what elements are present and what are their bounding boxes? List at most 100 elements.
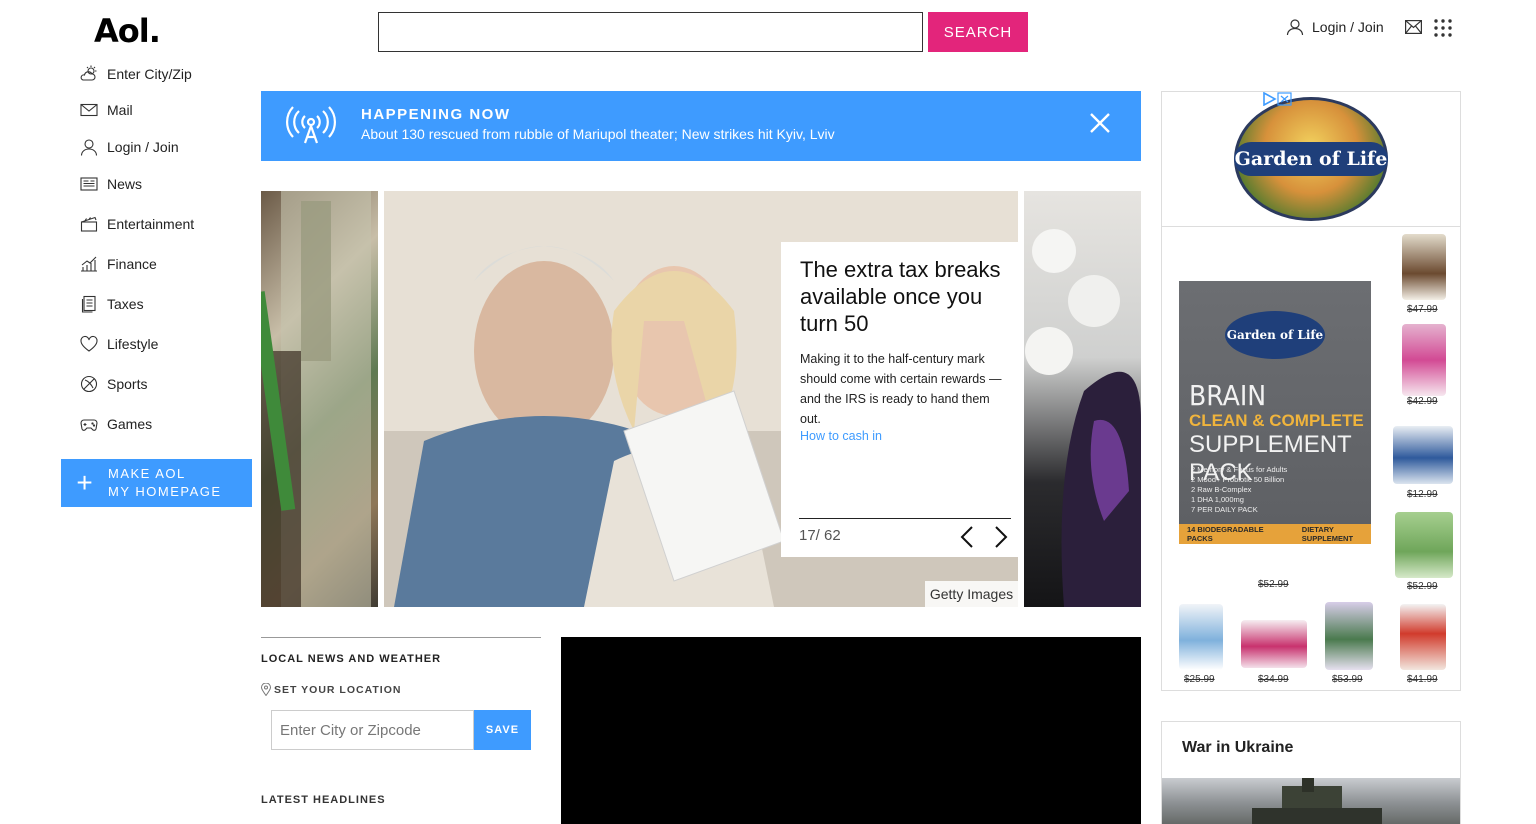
pack-brand-logo: Garden of Life (1225, 311, 1325, 359)
chart-icon (81, 256, 97, 272)
tank-image (1252, 778, 1382, 824)
product-probiotic[interactable] (1402, 324, 1446, 396)
pack-bullets: 2 Memory & Focus for Adults 2 Mood+ Prob… (1191, 465, 1288, 514)
gamepad-icon (80, 419, 98, 431)
city-zip-input[interactable]: Enter City or Zipcode (271, 710, 474, 750)
money-image (261, 191, 371, 607)
save-location-button[interactable]: SAVE (474, 710, 531, 750)
product-beauty[interactable] (1241, 620, 1307, 668)
price: $52.99 (1407, 581, 1438, 592)
product-super-seed[interactable] (1393, 426, 1453, 484)
story-link[interactable]: How to cash in (800, 429, 1003, 443)
carousel-slide-previous[interactable] (261, 191, 378, 607)
document-icon (81, 295, 96, 313)
ball-icon (80, 375, 98, 393)
user-icon (80, 139, 98, 156)
sidebar-item-finance[interactable]: Finance (80, 255, 157, 273)
product-collagen[interactable] (1179, 604, 1223, 670)
homepage-line-1: MAKE AOL (108, 466, 186, 481)
brain-supplement-pack[interactable]: Garden of Life BRAIN CLEAN & COMPLETE SU… (1179, 281, 1371, 544)
product-protein[interactable] (1402, 234, 1446, 300)
sidebar-item-label: News (107, 176, 143, 192)
sidebar-item-label: Login / Join (107, 139, 179, 155)
adchoices-icon[interactable] (1262, 92, 1292, 106)
ad-brand-header: Garden of Life (1162, 92, 1460, 227)
sidebar-item-label: Sports (107, 376, 148, 392)
search-button[interactable]: SEARCH (928, 12, 1028, 52)
sidebar-item-label: Finance (107, 256, 157, 272)
set-location-link[interactable]: SET YOUR LOCATION (261, 683, 401, 696)
sidebar-item-login[interactable]: Login / Join (80, 138, 179, 156)
price: $41.99 (1407, 674, 1438, 685)
sidebar-item-label: Games (107, 416, 153, 432)
location-pin-icon (261, 683, 271, 696)
price: $52.99 (1258, 579, 1289, 590)
war-image[interactable] (1162, 778, 1460, 824)
local-news-title: LOCAL NEWS AND WEATHER (261, 653, 442, 665)
make-homepage-button[interactable]: + MAKE AOL MY HOMEPAGE (61, 459, 252, 507)
story-title[interactable]: The extra tax breaks available once you … (800, 256, 1003, 337)
aol-logo[interactable]: Aol. (94, 12, 161, 50)
story-card[interactable]: The extra tax breaks available once you … (781, 242, 1022, 557)
chevron-right-icon[interactable] (993, 525, 1009, 549)
happening-now-banner[interactable]: HAPPENING NOW About 130 rescued from rub… (261, 91, 1141, 161)
story-summary: Making it to the half-century mark shoul… (800, 352, 1002, 426)
sidebar-item-label: Enter City/Zip (107, 66, 192, 82)
sidebar-item-label: Lifestyle (107, 336, 159, 352)
sidebar-item-label: Entertainment (107, 216, 195, 232)
product-berry[interactable] (1325, 602, 1373, 670)
broadcast-icon (286, 106, 336, 144)
sidebar-item-entertainment[interactable]: Entertainment (80, 215, 194, 233)
sidebar-item-label: Mail (107, 102, 133, 118)
homepage-line-2: MY HOMEPAGE (108, 484, 222, 499)
happening-now-label: HAPPENING NOW (361, 106, 511, 123)
carousel-slide-next[interactable] (1024, 191, 1141, 607)
sidebar-item-mail[interactable]: Mail (80, 101, 133, 119)
carousel-controls: 17/ 62 (799, 518, 1011, 556)
price: $42.99 (1407, 396, 1438, 407)
price: $12.99 (1407, 489, 1438, 500)
product-joint[interactable] (1400, 604, 1446, 670)
mail-icon (80, 103, 98, 117)
ad-brand-name: Garden of Life (1234, 142, 1388, 176)
price: $53.99 (1332, 674, 1363, 685)
apps-grid-icon[interactable] (1434, 19, 1452, 37)
slide-counter: 17/ 62 (799, 527, 841, 544)
photo-credit: Getty Images (925, 581, 1018, 607)
sidebar-item-games[interactable]: Games (80, 415, 152, 433)
news-icon (80, 177, 98, 191)
pack-strip: 14 BIODEGRADABLE PACKS DIETARY SUPPLEMEN… (1179, 524, 1371, 544)
product-immune-pack[interactable] (1395, 512, 1453, 578)
price: $47.99 (1407, 304, 1438, 315)
plus-icon: + (76, 467, 93, 498)
advertisement[interactable]: Garden of Life Garden of Life BRAIN CLEA… (1161, 91, 1461, 691)
happening-now-headline[interactable]: About 130 rescued from rubble of Mariupo… (361, 126, 835, 142)
war-title[interactable]: War in Ukraine (1182, 739, 1293, 757)
user-icon (1286, 19, 1304, 36)
price: $34.99 (1258, 674, 1289, 685)
sidebar-item-lifestyle[interactable]: Lifestyle (80, 335, 158, 353)
latest-headlines-title: LATEST HEADLINES (261, 794, 386, 806)
clapperboard-icon (80, 216, 98, 232)
divider (261, 637, 541, 638)
weather-icon (80, 65, 97, 81)
chevron-left-icon[interactable] (959, 525, 975, 549)
sidebar-item-weather[interactable]: Enter City/Zip (80, 65, 192, 83)
sidebar-item-news[interactable]: News (80, 175, 142, 193)
set-location-label: SET YOUR LOCATION (274, 683, 402, 696)
close-icon[interactable] (1089, 112, 1111, 134)
sidebar-item-taxes[interactable]: Taxes (80, 295, 144, 313)
woman-flowers-image (1025, 229, 1141, 607)
login-join-label: Login / Join (1312, 19, 1384, 35)
search-input[interactable] (378, 12, 923, 52)
pack-line-2: CLEAN & COMPLETE (1189, 411, 1364, 430)
video-player[interactable] (561, 637, 1141, 824)
war-in-ukraine-module[interactable]: War in Ukraine (1161, 721, 1461, 824)
sidebar-item-sports[interactable]: Sports (80, 375, 147, 393)
price: $25.99 (1184, 674, 1215, 685)
mail-icon[interactable] (1405, 20, 1422, 34)
sidebar-item-label: Taxes (107, 296, 144, 312)
login-join-link[interactable]: Login / Join (1286, 18, 1384, 36)
pack-line-1: BRAIN (1189, 379, 1267, 412)
heart-icon (80, 335, 98, 352)
